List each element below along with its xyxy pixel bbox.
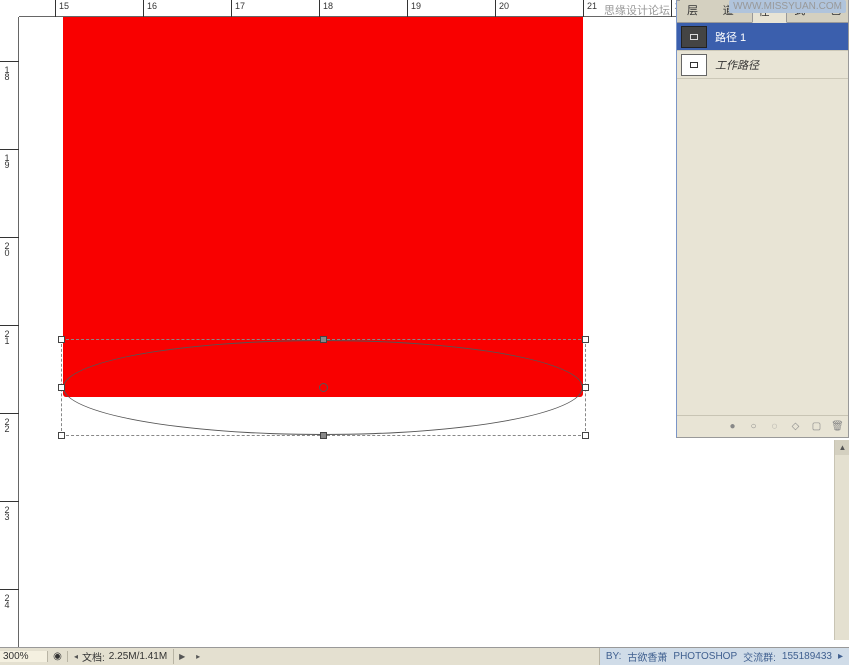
scroll-up-icon[interactable]: ▲ bbox=[835, 440, 849, 455]
credit-group-id: 155189433 bbox=[782, 651, 832, 662]
credit-app: PHOTOSHOP bbox=[673, 651, 737, 662]
status-play-icon[interactable]: ▶ bbox=[174, 652, 190, 661]
transform-handle-ml[interactable] bbox=[58, 384, 65, 391]
path-thumbnail-icon bbox=[681, 26, 707, 48]
status-document-info[interactable]: ◂ 文档: 2.25M/1.41M bbox=[68, 649, 174, 664]
tab-layers[interactable]: 图层 bbox=[680, 0, 716, 22]
transform-handle-tr[interactable] bbox=[582, 336, 589, 343]
transform-center-icon[interactable] bbox=[319, 383, 328, 392]
doc-label: 文档: bbox=[82, 649, 105, 664]
canvas-document[interactable] bbox=[19, 17, 677, 637]
watermark-text: 思缘设计论坛 bbox=[600, 0, 674, 20]
credit-group-label: 交流群: bbox=[743, 649, 776, 664]
transform-handle-bc[interactable] bbox=[320, 432, 327, 439]
status-chevron-icon[interactable]: ▸ bbox=[190, 652, 206, 661]
credit-bar: BY: 古欲香萧 PHOTOSHOP 交流群: 155189433 ▸ bbox=[599, 648, 849, 665]
credit-by-label: BY: bbox=[606, 651, 622, 662]
transform-handle-bl[interactable] bbox=[58, 432, 65, 439]
fill-path-icon[interactable]: ● bbox=[726, 420, 739, 433]
transform-bounding-box[interactable] bbox=[61, 339, 586, 436]
stroke-path-icon[interactable]: ○ bbox=[747, 420, 760, 433]
transform-handle-mr[interactable] bbox=[582, 384, 589, 391]
chevron-left-icon: ◂ bbox=[74, 652, 78, 661]
zoom-level[interactable]: 300% bbox=[0, 651, 48, 662]
path-item[interactable]: 路径 1 bbox=[677, 23, 848, 51]
path-thumbnail-icon bbox=[681, 54, 707, 76]
path-item-label: 路径 1 bbox=[715, 29, 844, 45]
watermark-url: WWW.MISSYUAN.COM bbox=[729, 0, 846, 13]
path-to-selection-icon[interactable]: ◌ bbox=[768, 420, 781, 433]
delete-path-icon[interactable]: 🗑 bbox=[831, 420, 844, 433]
credit-author: 古欲香萧 bbox=[627, 649, 667, 664]
panel-body: 路径 1 工作路径 bbox=[677, 23, 848, 79]
doc-size: 2.25M/1.41M bbox=[109, 651, 167, 662]
panel-footer: ● ○ ◌ ◇ ▢ 🗑 bbox=[677, 415, 848, 437]
new-path-icon[interactable]: ▢ bbox=[810, 420, 823, 433]
status-bar: 300% ◉ ◂ 文档: 2.25M/1.41M ▶ ▸ BY: 古欲香萧 PH… bbox=[0, 647, 849, 665]
status-file-icon[interactable]: ◉ bbox=[48, 651, 68, 662]
transform-handle-tl[interactable] bbox=[58, 336, 65, 343]
paths-panel: 图层 通道 路径 样式 色 路径 1 工作路径 ● ○ ◌ ◇ ▢ 🗑 bbox=[676, 0, 849, 438]
path-item-label: 工作路径 bbox=[715, 57, 844, 73]
transform-handle-tc[interactable] bbox=[320, 336, 327, 343]
credit-chevron-icon: ▸ bbox=[838, 651, 843, 662]
path-item[interactable]: 工作路径 bbox=[677, 51, 848, 79]
ruler-vertical: 18 19 20 21 22 23 24 bbox=[0, 17, 19, 647]
selection-to-path-icon[interactable]: ◇ bbox=[789, 420, 802, 433]
scrollbar-vertical[interactable]: ▲ bbox=[834, 440, 849, 640]
transform-handle-br[interactable] bbox=[582, 432, 589, 439]
